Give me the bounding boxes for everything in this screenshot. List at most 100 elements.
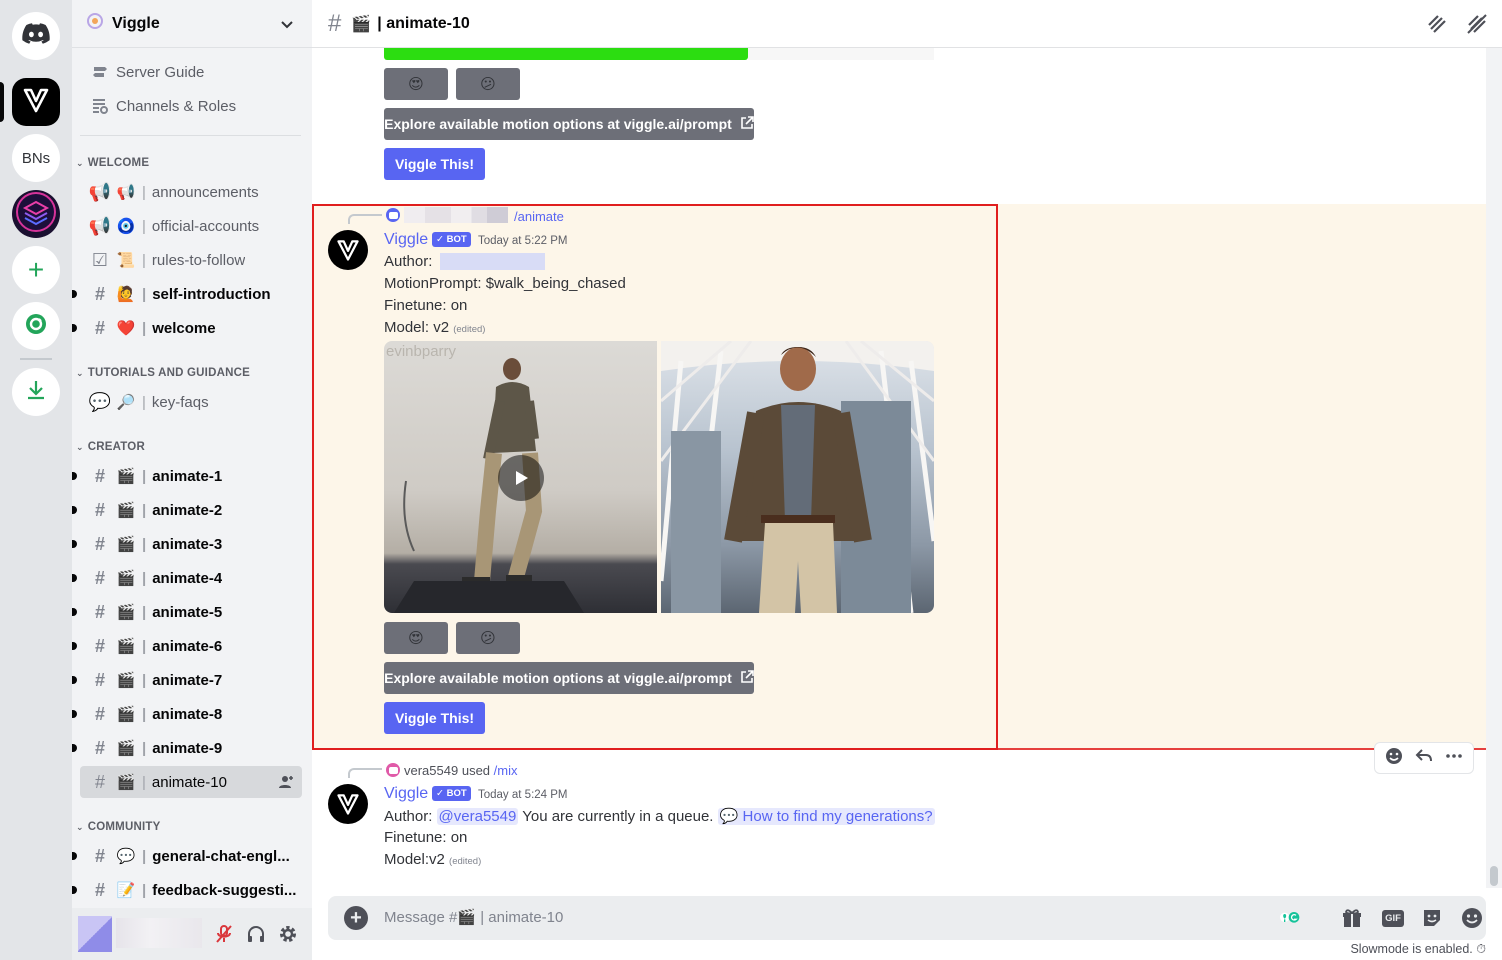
reaction-confused-button[interactable]: 😕 <box>456 68 520 100</box>
bot-username[interactable]: Viggle <box>384 785 428 803</box>
category-community[interactable]: ⌄ COMMUNITY <box>76 821 160 833</box>
headphones-icon[interactable] <box>246 924 266 949</box>
scrollbar-thumb[interactable] <box>1490 866 1498 886</box>
invite-user-icon[interactable] <box>278 774 294 794</box>
gift-icon[interactable] <box>1340 906 1364 930</box>
message-timestamp: Today at 5:22 PM <box>478 235 568 247</box>
channel-animate-9[interactable]: # 🎬 | animate-9 <box>72 732 302 764</box>
channel-animate-10[interactable]: # 🎬 | animate-10 <box>80 766 302 798</box>
message-composer[interactable]: + Message #🎬 | animate-10 GIF <box>328 896 1486 940</box>
server-guide-item[interactable]: Server Guide <box>80 56 302 88</box>
channel-animate-7[interactable]: # 🎬 | animate-7 <box>72 664 302 696</box>
explore-motion-link-button[interactable]: Explore available motion options at vigg… <box>384 108 754 140</box>
channel-official-accounts[interactable]: 📢 🧿 | official-accounts <box>80 210 302 242</box>
channel-separator: | <box>142 637 147 655</box>
channel-title: | animate-10 <box>377 14 470 32</box>
channel-animate-2[interactable]: # 🎬 | animate-2 <box>72 494 302 526</box>
channel-animate-8[interactable]: # 🎬 | animate-8 <box>72 698 302 730</box>
server-layers[interactable] <box>12 190 60 238</box>
reaction-love-button[interactable]: 😍 <box>384 68 448 100</box>
user-mention[interactable]: @vera5549 <box>436 808 519 825</box>
bot-username[interactable]: Viggle <box>384 231 428 249</box>
explore-motion-link-button[interactable]: Explore available motion options at vigg… <box>384 662 754 694</box>
discover-button[interactable] <box>12 302 60 350</box>
channel-general-chat[interactable]: # 💬 | general-chat-engl... <box>72 840 302 872</box>
slash-command-link[interactable]: /mix <box>494 763 518 778</box>
channel-separator: | <box>142 847 147 865</box>
bot-badge: ✓ BOT <box>432 786 471 801</box>
viggle-this-button[interactable]: Viggle This! <box>384 702 485 734</box>
server-rail: BNs + <box>0 0 72 960</box>
channel-animate-1[interactable]: # 🎬 | animate-1 <box>72 460 302 492</box>
reply-icon[interactable] <box>1414 746 1434 771</box>
channels-roles-item[interactable]: Channels & Roles <box>80 90 302 122</box>
reaction-confused-button[interactable]: 😕 <box>456 622 520 654</box>
guild-header[interactable]: Viggle <box>72 0 312 48</box>
category-tutorials[interactable]: ⌄ TUTORIALS AND GUIDANCE <box>76 367 250 379</box>
avatar[interactable] <box>78 916 112 952</box>
viggle-bot-avatar[interactable] <box>328 784 368 824</box>
server-guide-label: Server Guide <box>116 63 205 81</box>
gif-button[interactable]: GIF <box>1380 906 1406 930</box>
channel-animate-5[interactable]: # 🎬 | animate-5 <box>72 596 302 628</box>
grammarly-icon[interactable] <box>1278 906 1302 930</box>
author-mention-redacted[interactable] <box>440 253 545 270</box>
server-bns[interactable]: BNs <box>12 134 60 182</box>
chevron-down-icon[interactable] <box>280 17 294 36</box>
channel-name: animate-1 <box>152 467 223 485</box>
category-creator[interactable]: ⌄ CREATOR <box>76 441 145 453</box>
mic-muted-icon[interactable] <box>214 924 234 949</box>
channel-rules-to-follow[interactable]: ☑ 📜 | rules-to-follow <box>80 244 302 276</box>
channel-self-introduction[interactable]: # 🙋 | self-introduction <box>72 278 302 310</box>
message-input-placeholder[interactable]: Message #🎬 | animate-10 <box>384 908 563 926</box>
channel-animate-4[interactable]: # 🎬 | animate-4 <box>72 562 302 594</box>
image-attachment[interactable] <box>661 341 934 613</box>
chat-area: # 🎬 | animate-10 😍 😕 Explore available m… <box>312 0 1502 960</box>
channel-animate-6[interactable]: # 🎬 | animate-6 <box>72 630 302 662</box>
reply-username[interactable]: vera5549 <box>404 763 458 778</box>
model-line: Model: v2 (edited) <box>384 319 485 336</box>
author-label: Author: <box>384 808 433 825</box>
reaction-love-button[interactable]: 😍 <box>384 622 448 654</box>
sticker-icon[interactable] <box>1420 906 1444 930</box>
server-viggle[interactable] <box>12 78 60 126</box>
scrollbar-track[interactable] <box>1486 48 1502 888</box>
viggle-bot-avatar[interactable] <box>328 230 368 270</box>
gear-icon[interactable] <box>278 924 298 949</box>
attach-plus-icon[interactable]: + <box>344 906 368 930</box>
channel-emoji: 🎬 <box>116 604 136 621</box>
channel-emoji: 🎬 <box>116 570 136 587</box>
guild-icon <box>86 12 104 35</box>
channel-key-faqs[interactable]: 💬 🔎 | key-faqs <box>80 386 302 418</box>
channel-sidebar: Viggle Server Guide Channels & Roles ⌄ WE… <box>72 0 312 960</box>
model-text: Model:v2 <box>384 851 445 868</box>
add-reaction-icon[interactable] <box>1384 746 1404 771</box>
channel-emoji: 🎬 <box>116 502 136 519</box>
home-button[interactable] <box>12 12 60 60</box>
channel-name: animate-4 <box>152 569 223 587</box>
emoji-picker-icon[interactable] <box>1460 906 1484 930</box>
hash-icon: # <box>94 635 105 656</box>
stopwatch-icon: ⏱ <box>1476 942 1486 956</box>
viggle-this-button[interactable]: Viggle This! <box>384 148 485 180</box>
channel-feedback[interactable]: # 📝 | feedback-suggesti... <box>72 874 302 906</box>
video-attachment[interactable]: evinbparry <box>384 341 657 613</box>
channel-link[interactable]: 💬 How to find my generations? <box>717 808 935 825</box>
chevron-down-icon: ⌄ <box>76 442 84 452</box>
slash-command-link[interactable]: /animate <box>514 209 564 224</box>
download-apps-button[interactable] <box>12 368 60 416</box>
more-options-icon[interactable] <box>1444 746 1464 771</box>
notification-muted-icon[interactable] <box>1466 13 1488 40</box>
category-welcome[interactable]: ⌄ WELCOME <box>76 157 149 169</box>
unread-indicator <box>72 540 77 548</box>
threads-icon[interactable] <box>1426 13 1448 40</box>
play-icon[interactable] <box>498 455 544 501</box>
channel-welcome[interactable]: # ❤️ | welcome <box>72 312 302 344</box>
channel-animate-3[interactable]: # 🎬 | animate-3 <box>72 528 302 560</box>
add-server-button[interactable]: + <box>12 246 60 294</box>
guild-name: Viggle <box>112 14 160 32</box>
channel-announcements[interactable]: 📢 📢 | announcements <box>80 176 302 208</box>
channel-name: self-introduction <box>152 285 271 303</box>
channel-name: general-chat-engl... <box>152 847 290 865</box>
channel-emoji: 🎬 <box>116 706 136 723</box>
